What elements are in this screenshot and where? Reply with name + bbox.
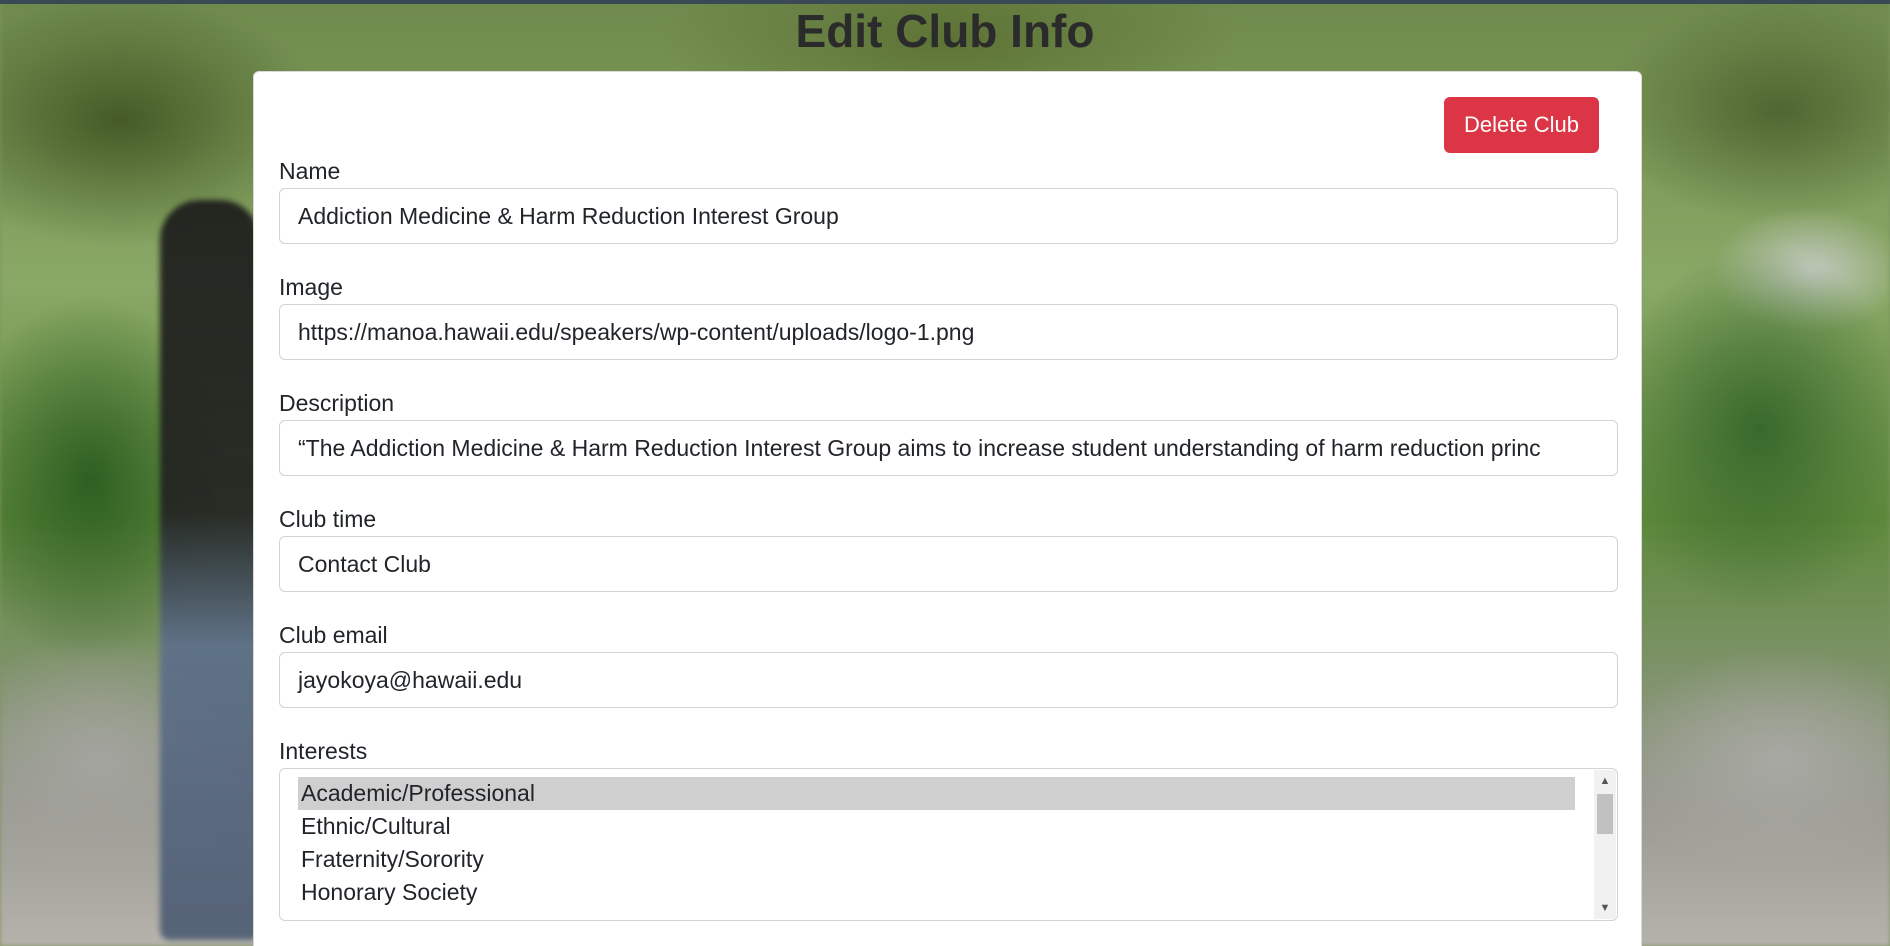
delete-club-button[interactable]: Delete Club (1444, 97, 1599, 153)
interests-listbox[interactable]: Academic/Professional Ethnic/Cultural Fr… (279, 768, 1618, 921)
interest-option[interactable]: Honorary Society (298, 876, 1575, 909)
club-time-input[interactable]: Contact Club (279, 536, 1618, 592)
image-field-group: Image https://manoa.hawaii.edu/speakers/… (279, 272, 1618, 360)
scroll-up-arrow-icon[interactable]: ▲ (1594, 772, 1616, 790)
name-label: Name (279, 158, 341, 184)
edit-club-form: Delete Club Name Addiction Medicine & Ha… (253, 71, 1642, 946)
description-field-group: Description “The Addiction Medicine & Ha… (279, 388, 1618, 476)
page-title: Edit Club Info (795, 5, 1095, 57)
interests-field-group: Interests Academic/Professional Ethnic/C… (279, 736, 1618, 921)
interest-option[interactable]: Academic/Professional (298, 777, 1575, 810)
top-bar (0, 0, 1890, 4)
name-input[interactable]: Addiction Medicine & Harm Reduction Inte… (279, 188, 1618, 244)
club-email-input[interactable]: jayokoya@hawaii.edu (279, 652, 1618, 708)
image-input[interactable]: https://manoa.hawaii.edu/speakers/wp-con… (279, 304, 1618, 360)
club-time-field-group: Club time Contact Club (279, 504, 1618, 592)
background-person (160, 200, 260, 940)
club-email-field-group: Club email jayokoya@hawaii.edu (279, 620, 1618, 708)
club-time-label: Club time (279, 506, 377, 532)
club-email-label: Club email (279, 622, 388, 648)
name-field-group: Name Addiction Medicine & Harm Reduction… (279, 156, 1618, 244)
image-label: Image (279, 274, 343, 300)
interest-option[interactable]: Fraternity/Sorority (298, 843, 1575, 876)
scroll-down-arrow-icon[interactable]: ▼ (1594, 899, 1616, 917)
interest-option[interactable]: Ethnic/Cultural (298, 810, 1575, 843)
description-label: Description (279, 390, 395, 416)
interests-scrollbar[interactable]: ▲ ▼ (1594, 770, 1616, 919)
description-input[interactable]: “The Addiction Medicine & Harm Reduction… (279, 420, 1618, 476)
interests-label: Interests (279, 738, 368, 764)
scroll-thumb[interactable] (1597, 794, 1613, 834)
